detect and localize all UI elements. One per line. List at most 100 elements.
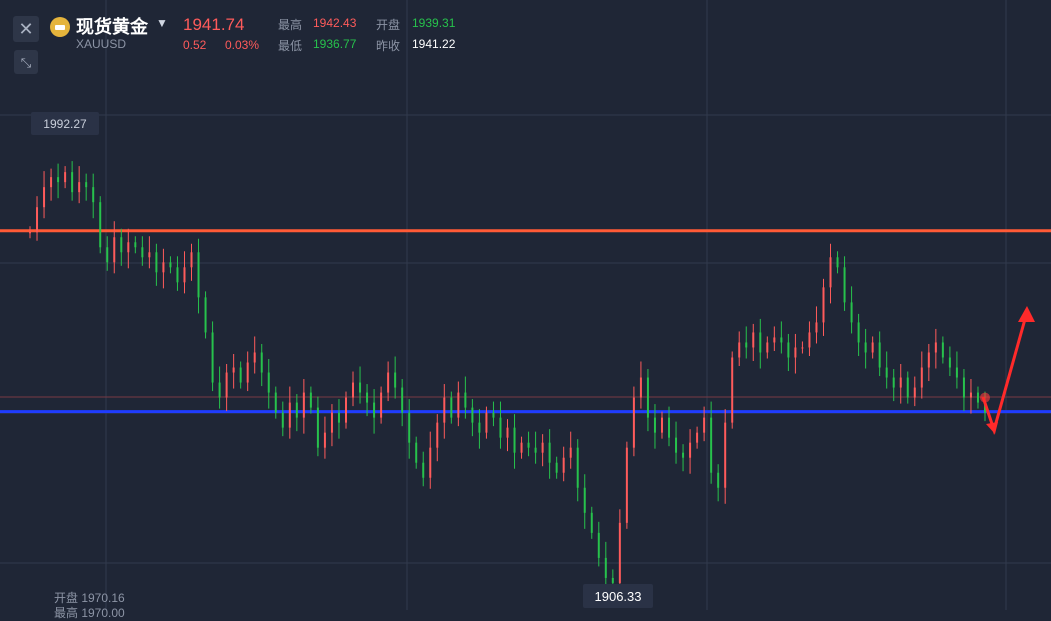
candle-body	[478, 422, 481, 433]
candle-body	[401, 387, 404, 413]
candle-body	[759, 332, 762, 353]
candle-body	[344, 397, 347, 423]
candle-body	[359, 382, 362, 393]
candle-body	[562, 457, 565, 473]
candle-body	[457, 392, 460, 418]
candle-body	[513, 427, 516, 453]
candle-body	[499, 417, 502, 438]
candle-body	[976, 392, 979, 403]
candle-body	[92, 187, 95, 203]
candle-body	[155, 252, 158, 273]
candle-body	[520, 442, 523, 453]
gold-icon	[50, 17, 70, 37]
forecast-arrow	[981, 306, 1035, 436]
chart-grid	[0, 0, 1051, 610]
candle-body	[253, 352, 256, 363]
candle-body	[106, 247, 109, 263]
candle-body	[337, 412, 340, 423]
low-label: 最低	[278, 39, 303, 53]
candle-body	[373, 402, 376, 418]
max-value-text: 1992.27	[43, 117, 87, 131]
candle-body	[780, 337, 783, 343]
candle-body	[632, 397, 635, 448]
candle-body	[288, 402, 291, 428]
candle-body	[394, 372, 397, 388]
candle-body	[281, 412, 284, 428]
candle-body	[232, 367, 235, 373]
candle-body	[794, 347, 797, 358]
min-label: 1906.33	[583, 584, 653, 608]
candle-body	[646, 377, 649, 418]
candle-body	[36, 207, 39, 233]
candle-body	[267, 372, 270, 393]
candle-body	[78, 182, 81, 193]
candle-body	[885, 367, 888, 378]
candle-body	[352, 382, 355, 398]
candle-body	[738, 342, 741, 358]
candle-body	[857, 322, 860, 343]
candle-body	[141, 247, 144, 258]
high-value: 1942.43	[313, 16, 357, 30]
candle-body	[534, 447, 537, 453]
candle-body	[316, 407, 319, 448]
candle-body	[302, 392, 305, 418]
prev-close-label: 昨收	[376, 39, 401, 53]
candle-body	[506, 427, 509, 438]
candle-body	[668, 417, 671, 438]
candle-body	[906, 377, 909, 398]
candle-body	[309, 392, 312, 408]
candle-body	[120, 237, 123, 253]
candle-body	[576, 447, 579, 488]
collapse-button[interactable]: ⤡	[14, 50, 38, 74]
candle-body	[969, 392, 972, 398]
footer-cut-text: 最高 1970.00	[54, 606, 125, 620]
candle-body	[260, 352, 263, 373]
candle-body	[583, 487, 586, 513]
chevron-down-icon[interactable]: ▼	[156, 16, 168, 30]
candle-body	[443, 397, 446, 423]
candle-body	[134, 242, 137, 248]
candle-body	[899, 377, 902, 388]
candle-body	[878, 342, 881, 368]
candles	[29, 161, 990, 599]
candle-body	[590, 512, 593, 533]
candle-body	[724, 422, 727, 488]
candle-body	[450, 397, 453, 418]
candle-body	[843, 267, 846, 303]
candle-body	[57, 177, 60, 183]
candle-body	[162, 262, 165, 273]
candle-body	[43, 187, 46, 208]
candle-body	[295, 402, 298, 418]
candle-body	[471, 407, 474, 423]
candle-body	[808, 332, 811, 348]
candle-body	[618, 522, 621, 583]
close-button[interactable]: ✕	[13, 16, 39, 42]
candle-body	[183, 267, 186, 283]
open-value: 1939.31	[412, 16, 456, 30]
instrument-title[interactable]: 现货黄金	[76, 13, 148, 39]
candle-body	[485, 412, 488, 433]
candle-body	[64, 172, 67, 183]
candle-body	[380, 392, 383, 418]
candle-body	[436, 422, 439, 448]
candle-body	[653, 417, 656, 433]
candle-body	[71, 172, 74, 193]
candle-body	[218, 382, 221, 398]
candle-body	[892, 377, 895, 388]
candle-body	[836, 257, 839, 268]
candle-body	[29, 232, 31, 234]
candle-body	[604, 557, 607, 578]
candle-body	[913, 387, 916, 398]
candle-body	[422, 462, 425, 478]
price-chart[interactable]: 1992.27 1906.33	[0, 0, 1051, 610]
candle-body	[204, 297, 207, 333]
candle-body	[211, 332, 214, 383]
price-change: 0.52	[183, 38, 207, 52]
candle-body	[787, 342, 790, 358]
candle-body	[464, 392, 467, 408]
arrow-head	[1018, 306, 1035, 322]
candle-body	[148, 252, 151, 258]
candle-body	[801, 347, 804, 349]
candle-body	[773, 337, 776, 343]
close-icon: ✕	[18, 19, 34, 39]
